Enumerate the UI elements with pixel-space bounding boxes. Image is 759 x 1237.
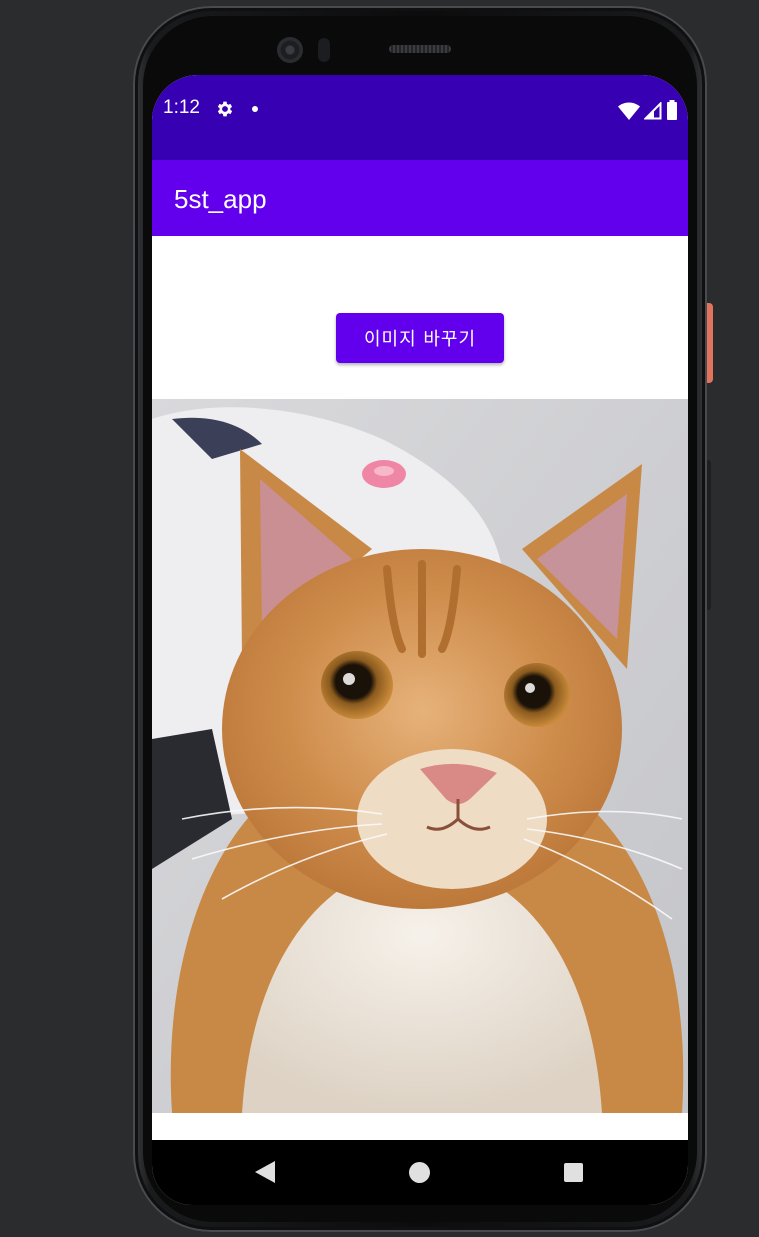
status-bar: 1:12	[152, 75, 688, 160]
volume-button[interactable]	[707, 460, 711, 610]
front-camera	[277, 37, 303, 63]
app-bar: 5st_app	[152, 160, 688, 236]
home-icon[interactable]	[409, 1162, 430, 1183]
change-image-button[interactable]: 이미지 바꾸기	[336, 313, 504, 363]
main-content: 이미지 바꾸기	[152, 236, 688, 1140]
earpiece-speaker	[389, 45, 451, 53]
recents-icon[interactable]	[564, 1163, 583, 1182]
battery-icon	[667, 100, 677, 120]
back-icon[interactable]	[254, 1160, 276, 1184]
power-button[interactable]	[707, 303, 713, 383]
status-time: 1:12	[163, 97, 200, 118]
device-screen: 1:12 5st_app 이미지 바꾸기	[152, 75, 688, 1205]
notification-dot-icon	[252, 106, 258, 112]
app-title: 5st_app	[174, 184, 267, 214]
settings-gear-icon	[217, 101, 233, 117]
system-nav-bar	[152, 1140, 688, 1205]
wifi-icon	[618, 102, 640, 120]
cell-signal-icon	[644, 102, 662, 120]
status-icons	[618, 98, 678, 120]
cat-photo	[152, 399, 688, 1113]
proximity-sensor	[318, 38, 330, 62]
